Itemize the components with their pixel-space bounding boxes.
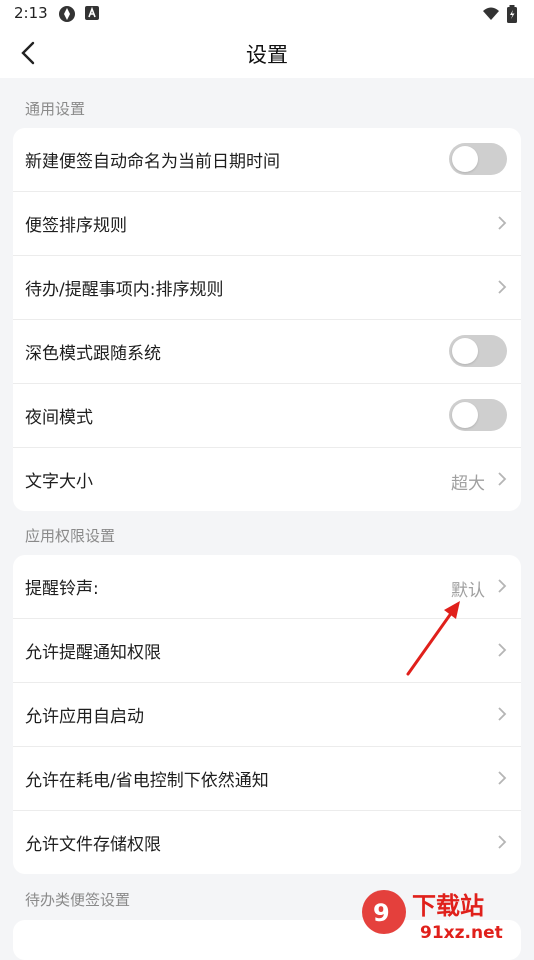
toggle-knob [452, 402, 478, 428]
chevron-right-icon [497, 834, 507, 850]
setting-label: 允许在耗电/省电控制下依然通知 [25, 766, 269, 791]
section-label-permissions: 应用权限设置 [25, 525, 115, 546]
page-title: 设置 [0, 39, 534, 69]
svg-text:9: 9 [373, 899, 390, 927]
chevron-right-icon [497, 706, 507, 722]
setting-label: 允许应用自启动 [25, 702, 144, 727]
setting-label: 深色模式跟随系统 [25, 339, 161, 364]
setting-power-saving-notify[interactable]: 允许在耗电/省电控制下依然通知 [13, 747, 521, 811]
setting-label: 新建便签自动命名为当前日期时间 [25, 147, 280, 172]
setting-dark-follow-system[interactable]: 深色模式跟随系统 [13, 320, 521, 384]
setting-font-size[interactable]: 文字大小 超大 [13, 448, 521, 511]
watermark-logo: 9 下载站 91xz.net [358, 884, 528, 944]
chevron-right-icon [497, 642, 507, 658]
svg-text:下载站: 下载站 [412, 892, 484, 920]
auto-name-toggle[interactable] [449, 143, 507, 175]
chevron-right-icon [497, 770, 507, 786]
ringtone-value: 默认 [451, 576, 485, 601]
status-bar: 2:13 [0, 0, 534, 28]
permission-settings-card: 提醒铃声: 默认 允许提醒通知权限 允许应用自启动 允许在耗电/省电控制下依然通… [13, 555, 521, 874]
setting-note-sort[interactable]: 便签排序规则 [13, 192, 521, 256]
chevron-right-icon [497, 471, 507, 487]
setting-notification-permission[interactable]: 允许提醒通知权限 [13, 619, 521, 683]
app-icon [58, 5, 76, 23]
setting-label: 允许提醒通知权限 [25, 638, 161, 663]
setting-label: 待办/提醒事项内:排序规则 [25, 275, 223, 300]
toggle-knob [452, 146, 478, 172]
section-label-todo: 待办类便签设置 [25, 889, 130, 910]
setting-label: 允许文件存储权限 [25, 830, 161, 855]
wifi-icon [482, 5, 500, 23]
chevron-right-icon [497, 578, 507, 594]
night-mode-toggle[interactable] [449, 399, 507, 431]
battery-icon [506, 5, 524, 23]
setting-night-mode[interactable]: 夜间模式 [13, 384, 521, 448]
font-size-value: 超大 [451, 469, 485, 494]
general-settings-card: 新建便签自动命名为当前日期时间 便签排序规则 待办/提醒事项内:排序规则 深色模… [13, 128, 521, 511]
section-label-general: 通用设置 [25, 98, 85, 119]
setting-storage-permission[interactable]: 允许文件存储权限 [13, 811, 521, 874]
chevron-right-icon [497, 279, 507, 295]
setting-auto-name[interactable]: 新建便签自动命名为当前日期时间 [13, 128, 521, 192]
setting-label: 文字大小 [25, 467, 93, 492]
setting-todo-sort[interactable]: 待办/提醒事项内:排序规则 [13, 256, 521, 320]
dark-follow-system-toggle[interactable] [449, 335, 507, 367]
title-bar: 设置 [0, 28, 534, 78]
a-badge-icon [84, 5, 102, 23]
setting-autostart[interactable]: 允许应用自启动 [13, 683, 521, 747]
setting-reminder-ringtone[interactable]: 提醒铃声: 默认 [13, 555, 521, 619]
chevron-right-icon [497, 215, 507, 231]
setting-label: 夜间模式 [25, 403, 93, 428]
status-time: 2:13 [14, 4, 48, 22]
toggle-knob [452, 338, 478, 364]
setting-label: 提醒铃声: [25, 574, 99, 599]
svg-text:91xz.net: 91xz.net [420, 923, 503, 943]
setting-label: 便签排序规则 [25, 211, 127, 236]
